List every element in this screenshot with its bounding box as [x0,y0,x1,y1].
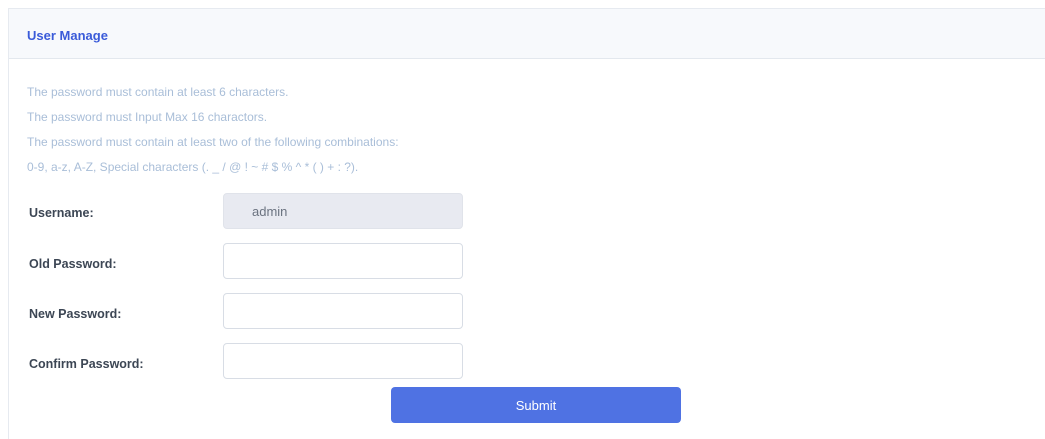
user-manage-panel: User Manage The password must contain at… [8,8,1045,439]
username-field [223,193,463,229]
page: User Manage The password must contain at… [0,0,1045,439]
password-hint-min-length: The password must contain at least 6 cha… [27,85,289,99]
panel-header: User Manage [9,9,1045,59]
confirm-password-field[interactable] [223,343,463,379]
panel-title: User Manage [27,28,108,43]
password-hint-max-length: The password must Input Max 16 charactor… [27,110,268,124]
new-password-field[interactable] [223,293,463,329]
submit-button[interactable]: Submit [391,387,681,423]
password-hint-combinations: The password must contain at least two o… [27,135,399,149]
old-password-field[interactable] [223,243,463,279]
confirm-password-label: Confirm Password: [29,357,144,371]
password-hint-character-sets: 0-9, a-z, A-Z, Special characters (. _ /… [27,160,359,174]
new-password-label: New Password: [29,307,122,321]
old-password-label: Old Password: [29,257,117,271]
username-label: Username: [29,206,94,220]
